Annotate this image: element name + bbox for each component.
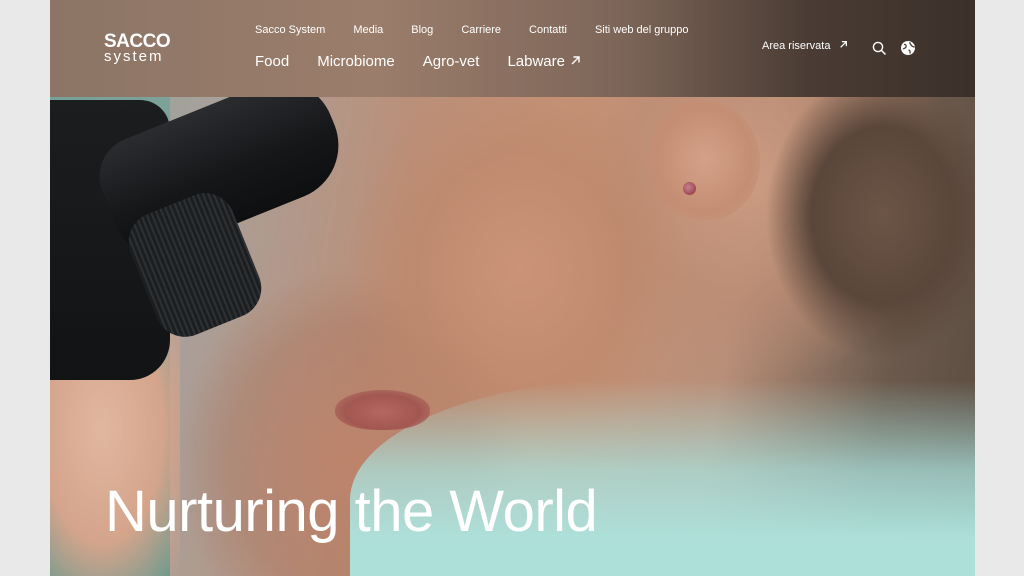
search-icon [872, 41, 886, 55]
main-nav-agro-vet-label: Agro-vet [422, 53, 480, 70]
top-nav: Sacco System Media Blog Carriere Contatt… [255, 24, 717, 36]
site-header: SACCO system Sacco System Media Blog Car… [50, 0, 975, 97]
logo-line-2: system [104, 48, 164, 65]
language-button[interactable] [898, 38, 918, 58]
reserved-area-link[interactable]: Area riservata [762, 40, 848, 52]
main-nav-food[interactable]: Food [255, 53, 289, 70]
main-nav-labware-label: Labware [507, 53, 565, 70]
external-arrow-icon [570, 53, 581, 70]
hero-hair [745, 95, 975, 395]
globe-icon [901, 41, 915, 55]
main-nav-agro-vet[interactable]: Agro-vet [423, 53, 480, 70]
main-nav: Food Microbiome Agro-vet Labware [255, 53, 609, 70]
top-nav-blog[interactable]: Blog [411, 24, 433, 36]
top-nav-carriere[interactable]: Carriere [461, 24, 501, 36]
top-nav-sacco-system[interactable]: Sacco System [255, 24, 325, 36]
reserved-area-label: Area riservata [762, 40, 831, 52]
search-button[interactable] [869, 38, 889, 58]
main-nav-microbiome-label: Microbiome [317, 53, 395, 70]
page-frame: SACCO system Sacco System Media Blog Car… [50, 0, 975, 576]
main-nav-food-label: Food [255, 53, 290, 70]
main-nav-labware[interactable]: Labware [507, 53, 581, 70]
hero-lips [335, 390, 430, 430]
external-arrow-icon [839, 40, 848, 52]
main-nav-microbiome[interactable]: Microbiome [317, 53, 395, 70]
site-logo[interactable]: SACCO system [104, 32, 171, 65]
top-nav-group-sites[interactable]: Siti web del gruppo [595, 24, 689, 36]
hero-headline: Nurturing the World [105, 479, 598, 544]
hero-earring [683, 182, 696, 195]
top-nav-contatti[interactable]: Contatti [529, 24, 567, 36]
top-nav-media[interactable]: Media [353, 24, 383, 36]
hero-ear [650, 100, 760, 220]
